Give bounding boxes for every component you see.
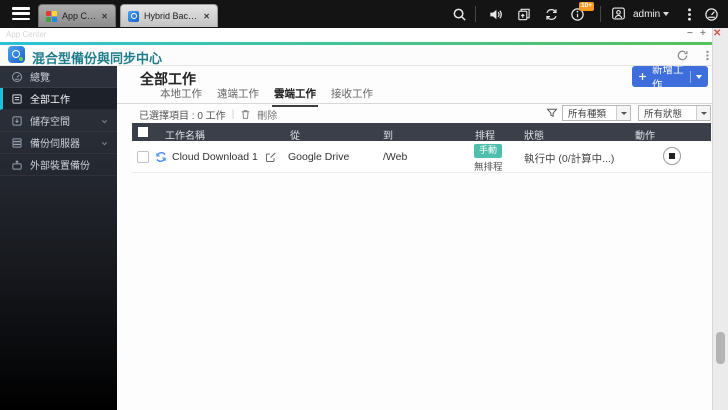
- app-title: 混合型備份與同步中心: [32, 51, 163, 66]
- background-window-strip: [0, 28, 712, 42]
- app-center-icon: [46, 10, 57, 22]
- divider: [475, 6, 476, 22]
- column-header-name: 工作名稱: [165, 131, 205, 142]
- more-options-icon[interactable]: [682, 7, 697, 22]
- divider: [690, 70, 691, 83]
- top-bar: App Center ✕ Hybrid Backup Sync... ✕ 10+: [0, 0, 728, 28]
- sidebar-item-label: 儲存空間: [30, 117, 70, 128]
- column-header-from: 從: [290, 131, 300, 142]
- table-header: 工作名稱 從 到 排程 狀態 動作: [132, 123, 711, 142]
- delete-button[interactable]: 刪除: [257, 107, 277, 122]
- taskbar-tab-app-center[interactable]: App Center ✕: [38, 4, 116, 27]
- sidebar-item-label: 全部工作: [30, 95, 70, 106]
- job-name[interactable]: Cloud Download 1: [172, 151, 258, 163]
- sidebar-item-backup-server[interactable]: 備份伺服器: [0, 132, 117, 154]
- user-menu[interactable]: admin: [633, 9, 660, 20]
- sidebar-item-label: 總覽: [30, 73, 50, 84]
- close-icon[interactable]: ✕: [203, 12, 210, 21]
- notifications-icon[interactable]: 10+: [570, 2, 595, 22]
- main-menu-icon[interactable]: [12, 7, 30, 21]
- external-device-icon: [11, 159, 23, 171]
- taskbar-tab-hybrid-backup-sync[interactable]: Hybrid Backup Sync... ✕: [120, 4, 218, 27]
- chevron-down-icon[interactable]: [696, 74, 702, 79]
- select-all-checkbox[interactable]: [138, 127, 148, 137]
- gauge-icon: [11, 71, 23, 83]
- server-icon: [11, 137, 23, 149]
- type-filter-value: 所有種類: [568, 109, 607, 120]
- edit-icon[interactable]: [265, 151, 277, 163]
- hybrid-backup-sync-app-icon: [8, 46, 25, 63]
- chevron-down-icon: [696, 106, 710, 120]
- new-job-button[interactable]: 新增工作: [632, 64, 708, 91]
- scrollbar-thumb[interactable]: [716, 332, 725, 364]
- job-status: 執行中 (0/計算中...): [524, 153, 615, 165]
- tab-label: App Center: [62, 11, 97, 21]
- divider: [600, 6, 601, 22]
- schedule-text: 無排程: [474, 161, 503, 173]
- scrollbar-track[interactable]: [712, 28, 728, 410]
- sidebar-item-label: 外部裝置備份: [30, 161, 90, 172]
- background-tasks-icon[interactable]: [516, 7, 531, 22]
- main-content: 全部工作 新增工作 本地工作 遠端工作 雲端工作 接收工作 已選擇項目 : 0 …: [117, 64, 712, 410]
- storage-icon: [11, 115, 23, 127]
- sidebar-item-label: 備份伺服器: [30, 139, 80, 150]
- type-filter-select[interactable]: 所有種類: [562, 105, 631, 121]
- row-checkbox[interactable]: [137, 151, 149, 163]
- selection-toolbar: 已選擇項目 : 0 工作 | 刪除: [139, 107, 277, 122]
- sync-status-icon[interactable]: [544, 7, 559, 22]
- sidebar-item-external-device-backup[interactable]: 外部裝置備份: [0, 154, 117, 176]
- sidebar: 總覽 全部工作 儲存空間 備份伺服器 外部裝置備份: [0, 66, 117, 410]
- notification-badge: 10+: [579, 2, 595, 11]
- selection-summary: 已選擇項目 : 0 工作: [139, 111, 226, 122]
- search-icon[interactable]: [452, 7, 467, 22]
- column-header-schedule: 排程: [475, 131, 495, 142]
- column-header-action: 動作: [635, 131, 655, 142]
- status-filter-select[interactable]: 所有狀態: [638, 105, 711, 121]
- divider: |: [231, 109, 235, 120]
- close-icon[interactable]: ✕: [101, 12, 108, 21]
- refresh-icon[interactable]: [676, 49, 689, 62]
- stop-icon: [669, 153, 675, 159]
- new-job-label: 新增工作: [652, 63, 684, 91]
- chevron-down-icon[interactable]: [100, 117, 109, 126]
- chevron-down-icon[interactable]: [100, 139, 109, 148]
- background-window-title: App Center: [6, 30, 47, 39]
- filter-icon[interactable]: [546, 107, 558, 119]
- qts-desktop: App Center ✕ Hybrid Backup Sync... ✕ 10+: [0, 0, 728, 410]
- sidebar-item-overview[interactable]: 總覽: [0, 66, 117, 88]
- divider: [117, 103, 712, 104]
- schedule-badge: 手動: [474, 144, 503, 158]
- trash-icon[interactable]: [240, 109, 251, 120]
- job-schedule: 手動 無排程: [474, 144, 503, 173]
- chevron-down-icon: [616, 106, 630, 120]
- close-window-button[interactable]: ✕: [713, 28, 721, 40]
- column-header-to: 到: [383, 131, 393, 142]
- sidebar-item-all-jobs[interactable]: 全部工作: [0, 88, 117, 110]
- column-header-status: 狀態: [524, 131, 544, 142]
- chevron-down-icon: [663, 12, 669, 16]
- user-icon[interactable]: [611, 6, 626, 21]
- stop-job-button[interactable]: [663, 147, 681, 165]
- job-to: /Web: [383, 151, 408, 163]
- cloud-sync-job-icon: [154, 150, 168, 164]
- volume-icon[interactable]: [488, 7, 503, 22]
- hybrid-backup-sync-icon: [128, 10, 139, 22]
- minimize-button[interactable]: −: [687, 28, 693, 40]
- sidebar-item-storage[interactable]: 儲存空間: [0, 110, 117, 132]
- maximize-button[interactable]: +: [700, 28, 706, 40]
- tab-label: Hybrid Backup Sync...: [144, 11, 198, 21]
- plus-icon: [638, 72, 647, 81]
- job-from: Google Drive: [288, 151, 350, 163]
- table-row: Cloud Download 1 Google Drive /Web 手動 無排…: [132, 141, 711, 173]
- app-header: 混合型備份與同步中心: [0, 45, 712, 66]
- dashboard-icon[interactable]: [704, 7, 719, 22]
- status-filter-value: 所有狀態: [644, 109, 683, 120]
- jobs-list-icon: [11, 93, 23, 105]
